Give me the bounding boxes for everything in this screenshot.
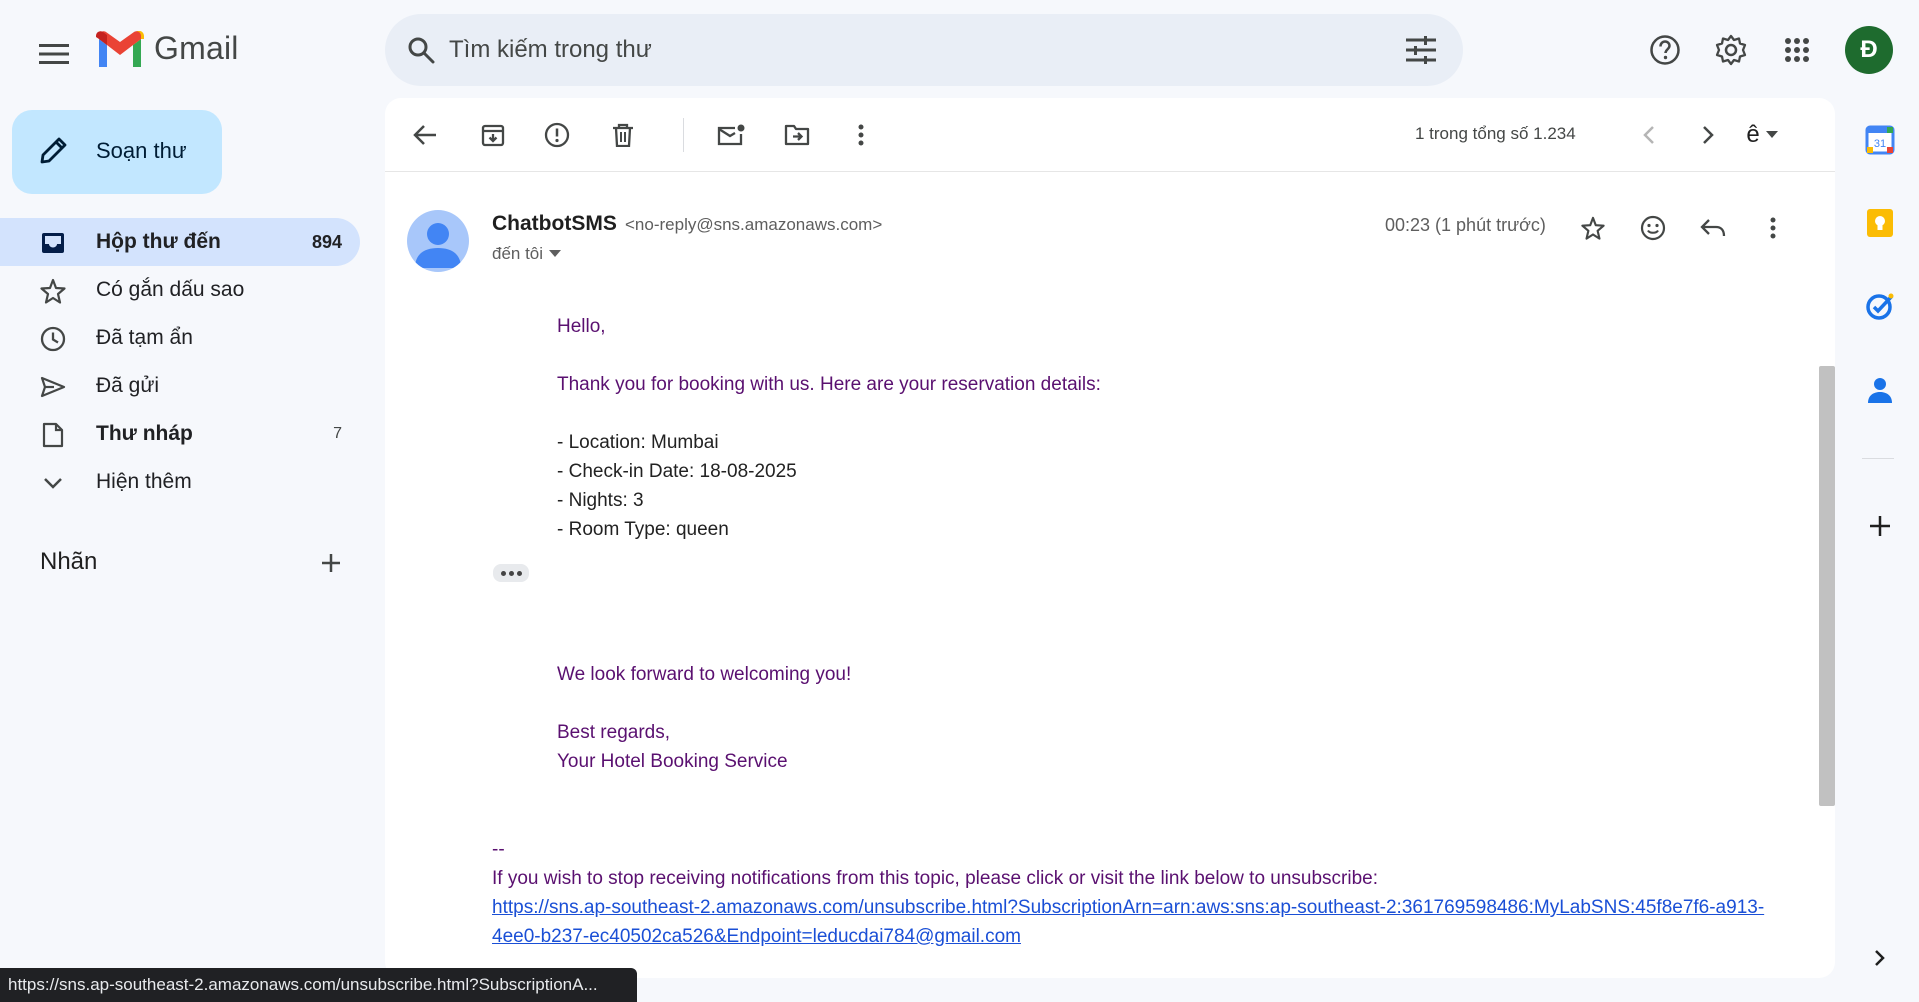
sidebar-item-label: Có gắn dấu sao — [96, 278, 245, 301]
toolbar-divider — [683, 118, 684, 152]
sender-email: <no-reply@sns.amazonaws.com> — [625, 215, 883, 234]
mark-unread-icon[interactable] — [711, 115, 751, 155]
detail-room-type: - Room Type: queen — [557, 519, 729, 540]
search-options-icon[interactable] — [1403, 32, 1439, 68]
detail-nights: - Nights: 3 — [557, 490, 644, 511]
side-panel-divider — [1862, 458, 1894, 459]
help-icon[interactable] — [1641, 26, 1689, 74]
dot — [516, 570, 522, 576]
older-chevron-right-icon[interactable] — [1688, 115, 1728, 155]
account-avatar[interactable]: Đ — [1845, 26, 1893, 74]
star-icon — [40, 278, 66, 304]
settings-gear-icon[interactable] — [1707, 26, 1755, 74]
caret-down-icon — [549, 250, 562, 258]
newer-chevron-left-icon[interactable] — [1629, 115, 1669, 155]
labels-heading: Nhãn — [40, 548, 98, 575]
search-icon[interactable] — [403, 32, 439, 68]
unread-count: 894 — [311, 231, 342, 252]
detail-location: - Location: Mumbai — [557, 432, 719, 453]
message-panel: 1 trong tổng số 1.234 ê ChatbotSMS <no-r… — [385, 98, 1835, 978]
message-toolbar: 1 trong tổng số 1.234 ê — [385, 98, 1835, 172]
sidebar-item-label: Đã tạm ẩn — [96, 326, 193, 349]
send-icon — [40, 374, 66, 400]
message-more-options-icon[interactable] — [1753, 208, 1793, 248]
compose-label: Soạn thư — [96, 138, 187, 163]
dot — [500, 570, 506, 576]
dot — [508, 570, 514, 576]
recipient-details[interactable]: đến tôi — [492, 244, 562, 264]
greeting-text: Hello, — [557, 316, 606, 337]
message-time: 00:23 (1 phút trước) — [1385, 215, 1546, 235]
delete-trash-icon[interactable] — [603, 115, 643, 155]
search-input[interactable] — [449, 30, 1349, 70]
move-to-icon[interactable] — [777, 115, 817, 155]
main-menu-icon[interactable] — [30, 30, 78, 78]
back-arrow-icon[interactable] — [405, 115, 445, 155]
sidebar-item-snoozed[interactable]: Đã tạm ẩn — [0, 314, 360, 362]
top-bar: Gmail Đ — [0, 0, 1919, 100]
gmail-logo[interactable]: Gmail — [96, 30, 239, 67]
sidebar-item-more[interactable]: Hiện thêm — [0, 458, 360, 506]
show-side-panel-chevron-icon[interactable] — [1862, 940, 1898, 976]
more-options-vertical-icon[interactable] — [841, 115, 881, 155]
sender-avatar[interactable] — [407, 210, 469, 272]
reply-icon[interactable] — [1693, 208, 1733, 248]
search-bar[interactable] — [385, 14, 1463, 86]
compose-button[interactable]: Soạn thư — [12, 110, 222, 194]
sidebar-nav: Hộp thư đến 894 Có gắn dấu sao Đã tạm ẩn… — [0, 218, 362, 506]
sidebar-item-inbox[interactable]: Hộp thư đến 894 — [0, 218, 360, 266]
sender-name[interactable]: ChatbotSMS — [492, 212, 617, 236]
recipient-label: đến tôi — [492, 244, 544, 263]
draft-count: 7 — [333, 425, 342, 442]
tasks-icon[interactable] — [1862, 288, 1898, 324]
pencil-icon — [38, 134, 70, 166]
signature-separator: -- — [492, 839, 505, 860]
gmail-logo-text: Gmail — [154, 30, 239, 66]
link-status-bar: https://sns.ap-southeast-2.amazonaws.com… — [0, 968, 637, 1002]
caret-down-icon — [1765, 131, 1778, 139]
calendar-icon[interactable]: 31 — [1862, 122, 1898, 158]
scrollbar-thumb[interactable] — [1819, 366, 1835, 806]
chevron-down-icon — [40, 470, 66, 496]
keep-icon[interactable] — [1862, 205, 1898, 241]
star-message-icon[interactable] — [1573, 208, 1613, 248]
inbox-icon — [40, 230, 66, 256]
input-tools-button[interactable]: ê — [1730, 115, 1794, 155]
unsubscribe-link[interactable]: https://sns.ap-southeast-2.amazonaws.com… — [492, 893, 1772, 951]
sidebar-item-label: Thư nháp — [96, 422, 193, 445]
sidebar-item-sent[interactable]: Đã gửi — [0, 362, 360, 410]
emoji-reaction-icon[interactable] — [1633, 208, 1673, 248]
sidebar-item-drafts[interactable]: Thư nháp 7 — [0, 410, 360, 458]
regards-text: Best regards, — [557, 722, 670, 743]
closing-text: We look forward to welcoming you! — [557, 664, 852, 685]
input-tools-label: ê — [1746, 121, 1760, 148]
sidebar-item-label: Hiện thêm — [96, 470, 192, 493]
gmail-m-icon — [96, 30, 144, 67]
show-trimmed-content-button[interactable] — [493, 564, 529, 582]
draft-icon — [40, 422, 66, 448]
intro-text: Thank you for booking with us. Here are … — [557, 374, 1101, 395]
add-label-icon[interactable] — [316, 548, 346, 578]
get-addons-plus-icon[interactable] — [1862, 508, 1898, 544]
detail-checkin: - Check-in Date: 18-08-2025 — [557, 461, 797, 482]
report-spam-icon[interactable] — [537, 115, 577, 155]
calendar-day: 31 — [1874, 138, 1886, 150]
unsubscribe-text: If you wish to stop receiving notificati… — [492, 868, 1379, 889]
google-apps-icon[interactable] — [1773, 26, 1821, 74]
sidebar-item-label: Đã gửi — [96, 374, 160, 397]
sidebar-item-starred[interactable]: Có gắn dấu sao — [0, 266, 360, 314]
archive-icon[interactable] — [473, 115, 513, 155]
pagination-count: 1 trong tổng số 1.234 — [1415, 124, 1576, 143]
contacts-icon[interactable] — [1862, 372, 1898, 408]
clock-icon — [40, 326, 66, 352]
sidebar-item-label: Hộp thư đến — [96, 230, 221, 253]
signature-text: Your Hotel Booking Service — [557, 751, 788, 772]
